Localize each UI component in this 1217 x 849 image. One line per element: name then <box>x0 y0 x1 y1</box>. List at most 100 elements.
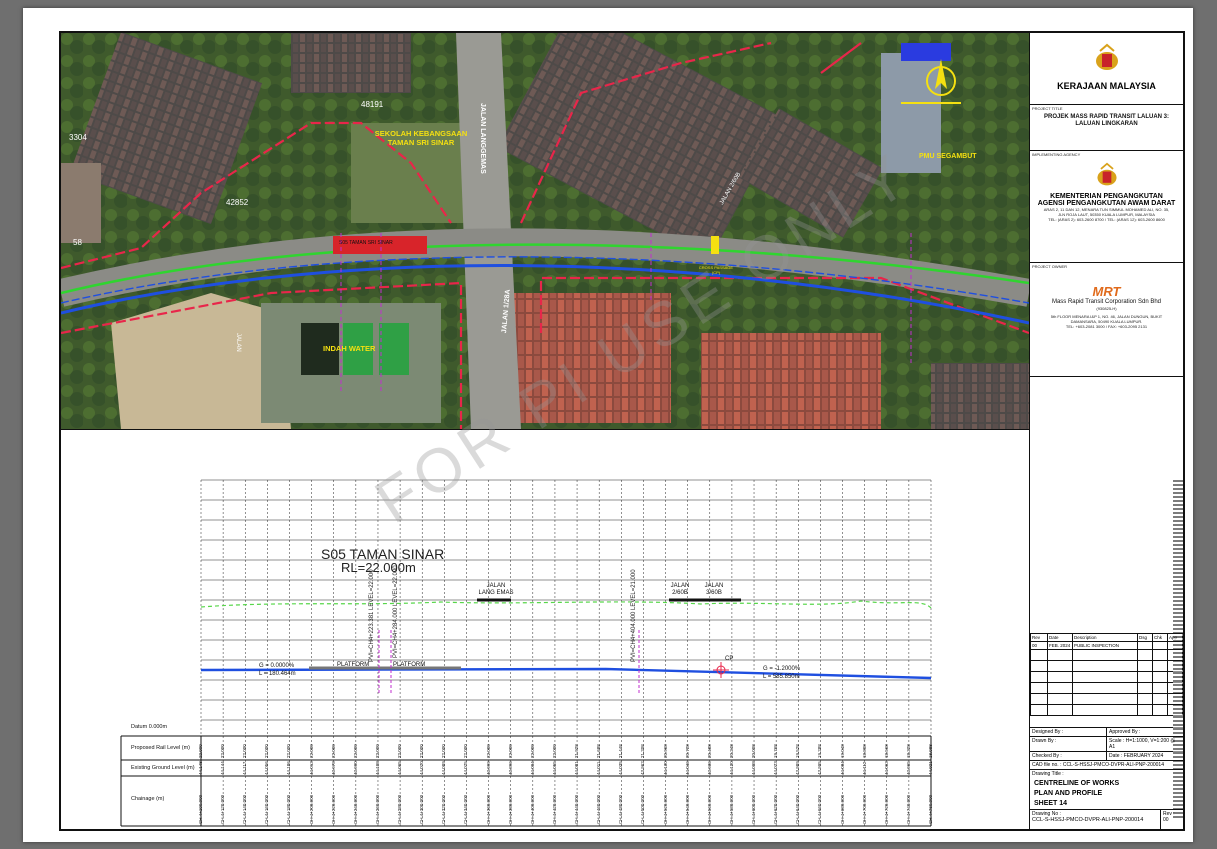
date: Date : FEBRUARY 2024 <box>1109 753 1164 759</box>
ground-level-value: 44.144 <box>220 761 226 775</box>
ground-level-value: 43.962 <box>640 761 646 775</box>
chainage-value: CH 4+420.000 <box>551 794 557 824</box>
grade-1: G = 0.0000% <box>259 663 295 669</box>
chainage-value: CH 4+480.000 <box>618 794 624 824</box>
rail-level-value: 22.000 <box>286 744 292 758</box>
owner-section: PROJECT OWNER MRT Mass Rapid Transit Cor… <box>1030 263 1183 377</box>
chainage-value: CH 4+700.000 <box>861 794 867 824</box>
rail-level-value: 22.000 <box>485 744 491 758</box>
rail-level-value: 20.488 <box>706 744 712 758</box>
rail-level-value: 22.000 <box>397 744 403 758</box>
rail-level-value: 20.008 <box>751 744 757 758</box>
ground-level-value: 44.120 <box>728 761 734 775</box>
owner-name: Mass Rapid Transit Corporation Sdn Bhd <box>1051 299 1162 305</box>
chainage-value: CH 4+460.000 <box>596 794 602 824</box>
ground-level-value: 44.186 <box>286 761 292 775</box>
rail-level-value: 20.248 <box>728 744 734 758</box>
road-1-label: JALAN LANG EMAS <box>478 583 514 596</box>
school-label: SEKOLAH KEBANGSAAN TAMAN SRI SINAR <box>374 129 468 147</box>
ground-level-value: 44.148 <box>198 761 203 775</box>
project-title: PROJEK MASS RAPID TRANSIT LALUAN 3: LALU… <box>1043 114 1169 127</box>
chainage-value: CH 4+680.000 <box>839 794 845 824</box>
chainage-value: CH 4+560.000 <box>706 794 712 824</box>
station-title: S05 TAMAN SINAR <box>321 546 445 562</box>
agency-label: IMPLEMENTING AGENCY <box>1032 152 1081 157</box>
revision-header-row: Rev Date Description Dsg Chk App <box>1030 633 1183 642</box>
chainage-value: CH 4+600.000 <box>751 794 757 824</box>
ground-level-value: 44.084 <box>839 761 845 775</box>
chainage-value: CH 4+340.000 <box>463 794 469 824</box>
mrt-logo: MRT <box>1092 284 1121 299</box>
ground-level-value: 44.108 <box>374 761 380 775</box>
rail-level-value: 21.928 <box>574 744 580 758</box>
ground-level-value: 43.978 <box>330 761 336 775</box>
ground-level-value: 44.065 <box>397 761 403 775</box>
rail-level-value: 22.000 <box>507 744 513 758</box>
station-rl: RL=22.000m <box>341 560 416 575</box>
chainage-value: CH 4+160.000 <box>264 794 270 824</box>
pvi-label-3: PVI=CH4+404.000 LEVEL=21.000 <box>631 569 637 662</box>
chainage-value: CH 4+440.000 <box>574 794 580 824</box>
row-label-rail: Proposed Rail Level (m) <box>131 745 190 751</box>
lot-number: 48191 <box>361 100 384 109</box>
rail-level-value: 19.048 <box>839 744 845 758</box>
rail-level-value: 21.448 <box>618 744 624 758</box>
existing-ground-line <box>200 600 932 609</box>
side-print-strip <box>1173 480 1183 820</box>
drawing-frame: SEKOLAH KEBANGSAAN TAMAN SRI SINAR INDAH … <box>59 31 1185 831</box>
revision-row: 00 FEB. 2024 PUBLIC INSPECTION <box>1030 641 1183 650</box>
ground-level-value: 44.075 <box>463 761 469 775</box>
chainage-value: CH 4+180.000 <box>286 794 292 824</box>
lot-number: 3304 <box>69 133 87 142</box>
length-1: L = 180.464m <box>259 671 296 677</box>
chainage-value: CH 4+320.000 <box>441 794 447 824</box>
ground-level-value: 44.013 <box>308 761 314 775</box>
rail-level-value: 22.000 <box>330 744 336 758</box>
chainage-value: CH 4+660.000 <box>817 794 823 824</box>
drawn-by: Drawn By : <box>1030 737 1107 751</box>
chainage-value: CH 4+120.000 <box>220 794 226 824</box>
ground-level-value: 43.936 <box>706 761 712 775</box>
ground-level-value: 44.011 <box>596 761 602 775</box>
grade-2: G = -1.2000% <box>763 666 801 672</box>
chainage-value: CH 4+760.000 <box>928 794 933 824</box>
ground-level-value: 44.046 <box>684 761 690 775</box>
chainage-value: CH 4+520.000 <box>662 794 668 824</box>
chainage-value: CH 4+220.000 <box>330 794 336 824</box>
platform-label: PLATFORM <box>393 662 426 668</box>
pmu-label: PMU SEGAMBUT <box>919 153 977 160</box>
chainage-value: CH 4+720.000 <box>883 794 889 824</box>
rail-level-value: 22.000 <box>308 744 314 758</box>
malaysia-crest-icon <box>1095 43 1118 70</box>
agency-section: IMPLEMENTING AGENCY KEMENTERIAN PENGANGK… <box>1030 151 1183 263</box>
aerial-plan: SEKOLAH KEBANGSAAN TAMAN SRI SINAR INDAH … <box>61 33 1029 429</box>
chainage-value: CH 4+280.000 <box>397 794 403 824</box>
lot-number: 58 <box>73 238 82 247</box>
rail-level-value: 18.328 <box>905 744 911 758</box>
rail-level-value: 20.968 <box>662 744 668 758</box>
ground-level-value: 44.098 <box>751 761 757 775</box>
chainage-value: CH 4+300.000 <box>419 794 425 824</box>
ground-level-value: 43.989 <box>795 761 801 775</box>
rail-level-value: 22.000 <box>441 744 447 758</box>
rail-level-value: 19.288 <box>817 744 823 758</box>
ground-level-value: 44.056 <box>264 761 270 775</box>
ground-level-value: 44.055 <box>551 761 557 775</box>
drawing-no: CCL-S-HSSJ-PMCO-DVPR-ALI-PNP-200014 <box>1032 817 1144 823</box>
rail-level-value: 18.808 <box>861 744 867 758</box>
agency-name-1: KEMENTERIAN PENGANGKUTAN <box>1050 193 1163 200</box>
indah-water-label: INDAH WATER <box>323 344 376 353</box>
revision-grid: Rev Date Description Dsg Chk App 00 FEB.… <box>1030 633 1183 716</box>
ground-level-value: 44.063 <box>883 761 889 775</box>
row-label-chainage: Chainage (m) <box>131 796 165 802</box>
signoff-section: Designed By : Approved By : Drawn By : S… <box>1030 727 1183 778</box>
malaysia-crest-icon <box>1096 162 1117 186</box>
agency-name-2: AGENSI PENGANGKUTAN AWAM DARAT <box>1037 200 1176 207</box>
profile-section: S05 TAMAN SINAR RL=22.000m PLATFORM PLAT… <box>61 429 1029 833</box>
ground-level-value: 43.990 <box>352 761 358 775</box>
chainage-value: CH 4+140.000 <box>242 794 248 824</box>
ground-level-value: 44.073 <box>773 761 779 775</box>
pvi-label-1: PVI=CH4+223.381 LEVEL=22.000 <box>369 569 375 662</box>
cross-passage-label: CROSS PASSAGE (CP) <box>698 265 734 275</box>
rail-level-value: 22.000 <box>551 744 557 758</box>
